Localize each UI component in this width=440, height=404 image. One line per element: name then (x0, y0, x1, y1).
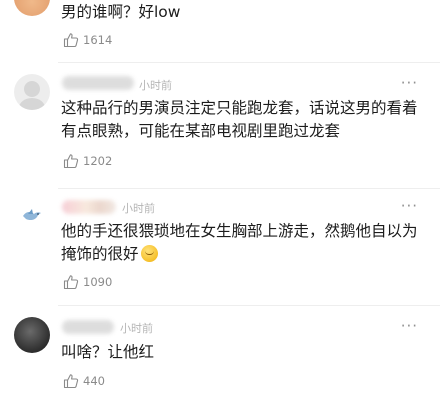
thumbs-up-icon (63, 275, 79, 290)
more-options-button[interactable]: ··· (401, 74, 418, 92)
more-options-button[interactable]: ··· (401, 317, 418, 335)
timestamp: 小时前 (139, 79, 172, 92)
comment-item: 小时前 ··· 叫啥？让他红 440 (0, 306, 440, 404)
like-button[interactable]: 1614 (63, 31, 112, 49)
timestamp: 小时前 (122, 202, 155, 215)
comment-text: 叫啥？让他红 (61, 343, 155, 361)
avatar[interactable] (14, 317, 50, 353)
thumbs-up-icon (63, 33, 79, 48)
timestamp: 小时前 (120, 322, 153, 335)
username[interactable] (62, 320, 114, 334)
comment-feed: 男的谁啊？好low 1614 小时前 ··· 这种品行的男演员注定只能跑龙套，话… (0, 0, 440, 404)
username[interactable] (62, 76, 134, 90)
thumbs-up-icon (63, 154, 79, 169)
avatar[interactable] (14, 0, 50, 16)
avatar[interactable] (14, 74, 50, 110)
comment-text: 他的手还很猥琐地在女生胸部上游走，然鹅他自以为掩饰的很好 (61, 220, 428, 266)
more-options-button[interactable]: ··· (401, 197, 418, 215)
like-count: 440 (83, 374, 105, 388)
comment-text: 男的谁啊？好low (61, 3, 181, 21)
bird-icon (23, 209, 41, 221)
comment-item: 小时前 ··· 这种品行的男演员注定只能跑龙套，话说这男的看着有点眼熟，可能在某… (0, 63, 440, 188)
comment-item: 小时前 ··· 他的手还很猥琐地在女生胸部上游走，然鹅他自以为掩饰的很好 109… (0, 189, 440, 305)
avatar[interactable] (14, 196, 50, 232)
comment-text-content: 他的手还很猥琐地在女生胸部上游走，然鹅他自以为掩饰的很好 (61, 222, 418, 263)
like-count: 1090 (83, 275, 113, 289)
like-button[interactable]: 1202 (63, 152, 112, 170)
like-count: 1202 (83, 154, 113, 168)
like-button[interactable]: 1090 (63, 273, 112, 291)
comment-item: 男的谁啊？好low 1614 (0, 0, 440, 62)
username[interactable] (62, 200, 116, 214)
comment-text: 这种品行的男演员注定只能跑龙套，话说这男的看着有点眼熟，可能在某部电视剧里跑过龙… (61, 99, 418, 140)
thumbs-up-icon (63, 374, 79, 389)
like-button[interactable]: 440 (63, 372, 105, 390)
smiling-face-emoji (140, 245, 158, 262)
like-count: 1614 (83, 33, 113, 47)
